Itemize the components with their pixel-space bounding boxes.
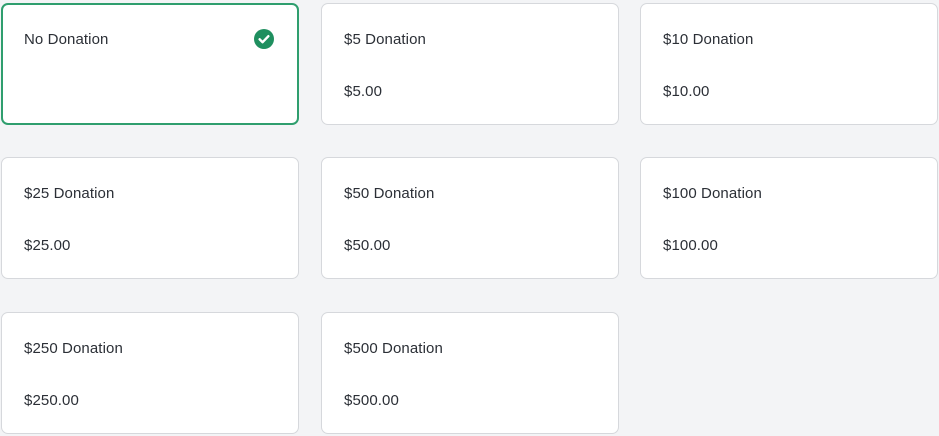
donation-option-label: $500 Donation [344,340,443,357]
donation-option-amount: $500.00 [344,392,399,409]
donation-option-label: No Donation [24,31,109,48]
donation-option-label: $50 Donation [344,185,435,202]
donation-option-label: $250 Donation [24,340,123,357]
donation-option-100[interactable]: $100 Donation $100.00 [640,157,938,279]
donation-option-amount: $5.00 [344,83,383,100]
donation-option-amount: $100.00 [663,237,718,254]
donation-option-5[interactable]: $5 Donation $5.00 [321,3,619,125]
donation-option-label: $25 Donation [24,185,115,202]
donation-option-none[interactable]: No Donation [1,3,299,125]
donation-option-label: $5 Donation [344,31,426,48]
donation-option-500[interactable]: $500 Donation $500.00 [321,312,619,434]
donation-option-50[interactable]: $50 Donation $50.00 [321,157,619,279]
donation-options-grid: No Donation $5 Donation $5.00 $10 Donati… [0,0,939,436]
donation-option-amount: $250.00 [24,392,79,409]
donation-option-label: $10 Donation [663,31,754,48]
donation-option-10[interactable]: $10 Donation $10.00 [640,3,938,125]
donation-option-amount: $10.00 [663,83,710,100]
donation-option-250[interactable]: $250 Donation $250.00 [1,312,299,434]
donation-option-25[interactable]: $25 Donation $25.00 [1,157,299,279]
donation-option-amount: $50.00 [344,237,391,254]
donation-option-label: $100 Donation [663,185,762,202]
check-circle-icon [254,29,274,49]
donation-option-amount: $25.00 [24,237,71,254]
